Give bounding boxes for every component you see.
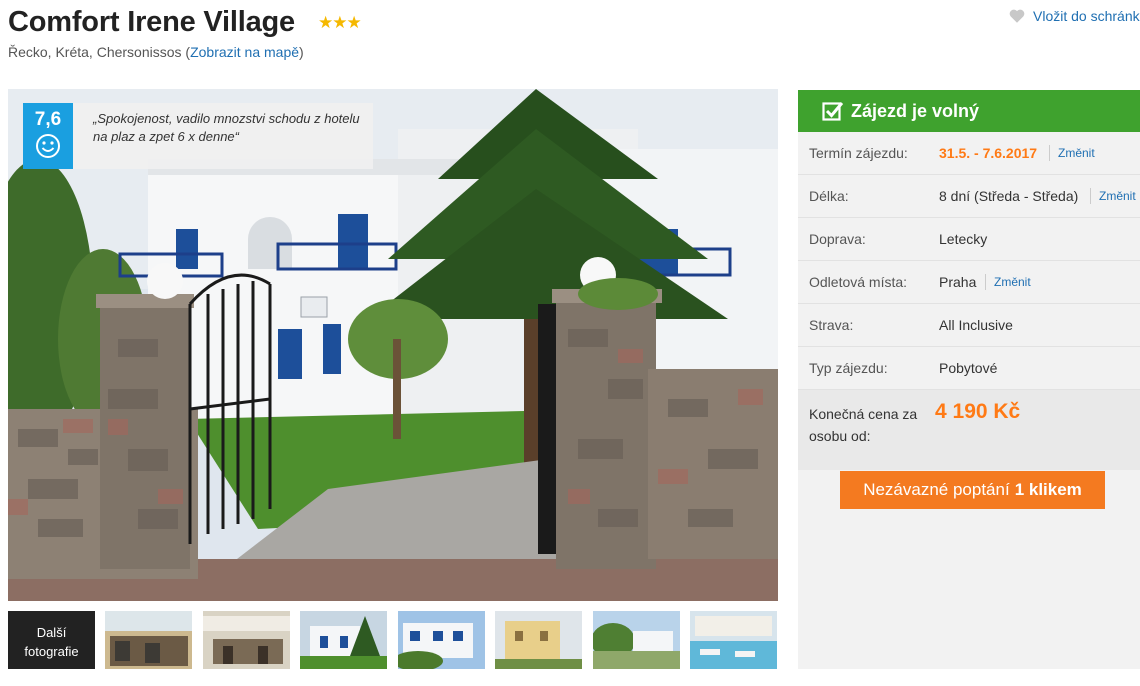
gallery-thumbnail[interactable]: [398, 611, 485, 669]
booking-panel: Zájezd je volný Termín zájezdu: 31.5. - …: [798, 90, 1140, 669]
gallery-thumbnail[interactable]: [495, 611, 582, 669]
inquiry-label-bold: 1 klikem: [1014, 480, 1082, 499]
gallery-thumbnail[interactable]: [300, 611, 387, 669]
checkbox-icon: [822, 102, 844, 121]
location-text: Řecko, Kréta, Chersonissos (: [8, 44, 191, 60]
detail-label: Termín zájezdu:: [809, 145, 908, 161]
change-departure-link[interactable]: Změnit: [985, 274, 1031, 290]
availability-banner: Zájezd je volný: [798, 90, 1140, 132]
gallery-thumbnail[interactable]: [690, 611, 777, 669]
availability-status: Zájezd je volný: [851, 100, 980, 121]
detail-label: Délka:: [809, 188, 849, 204]
trip-details: Termín zájezdu: 31.5. - 7.6.2017 Změnit …: [798, 132, 1140, 390]
gallery-thumbnail[interactable]: [105, 611, 192, 669]
detail-label: Typ zájezdu:: [809, 360, 888, 376]
detail-row-date: Termín zájezdu: 31.5. - 7.6.2017 Změnit: [798, 132, 1140, 175]
detail-label: Odletová místa:: [809, 274, 908, 290]
detail-value: All Inclusive: [939, 317, 1013, 333]
detail-value: Letecky: [939, 231, 988, 247]
detail-label: Doprava:: [809, 231, 866, 247]
add-to-favorites-button[interactable]: Vložit do schránk: [1008, 7, 1140, 25]
change-date-link[interactable]: Změnit: [1049, 145, 1095, 161]
map-link[interactable]: Zobrazit na mapě: [190, 44, 299, 60]
gallery-thumbnail[interactable]: [203, 611, 290, 669]
detail-row-trip-type: Typ zájezdu: Pobytové: [798, 347, 1140, 390]
detail-label: Strava:: [809, 317, 854, 333]
location-close: ): [299, 44, 304, 60]
detail-row-duration: Délka: 8 dní (Středa - Středa) Změnit: [798, 175, 1140, 218]
detail-row-departure: Odletová místa: Praha Změnit: [798, 261, 1140, 304]
review-score: 7,6: [34, 109, 62, 130]
heart-icon: [1009, 9, 1025, 23]
detail-row-transport: Doprava: Letecky: [798, 218, 1140, 261]
inquiry-button[interactable]: Nezávazné poptání 1 klikem: [840, 471, 1105, 509]
review-score-badge: 7,6: [23, 103, 73, 169]
change-duration-link[interactable]: Změnit: [1090, 188, 1136, 204]
smiley-icon: [36, 134, 60, 158]
detail-value: 8 dní (Středa - Středa): [939, 188, 1079, 204]
detail-value: Praha: [939, 274, 977, 290]
detail-value: 31.5. - 7.6.2017: [939, 145, 1038, 161]
hotel-location: Řecko, Kréta, Chersonissos (Zobrazit na …: [8, 44, 304, 60]
inquiry-label: Nezávazné poptání: [863, 480, 1010, 499]
price-section: Konečná cena za osobu od: 4 190 Kč: [798, 390, 1140, 470]
price-label: Konečná cena za osobu od:: [809, 406, 918, 444]
favorite-label: Vložit do schránk: [1033, 8, 1140, 24]
more-photos-button[interactable]: Další fotografie: [8, 611, 95, 669]
detail-row-board: Strava: All Inclusive: [798, 304, 1140, 347]
hotel-title: Comfort Irene Village: [8, 6, 295, 38]
detail-value: Pobytové: [939, 360, 998, 376]
review-quote: „Spokojenost, vadilo mnozstvi schodu z h…: [73, 103, 373, 169]
gallery-thumbnail[interactable]: [593, 611, 680, 669]
star-rating: ★★★: [318, 13, 362, 32]
price-value: 4 190 Kč: [935, 400, 1021, 423]
